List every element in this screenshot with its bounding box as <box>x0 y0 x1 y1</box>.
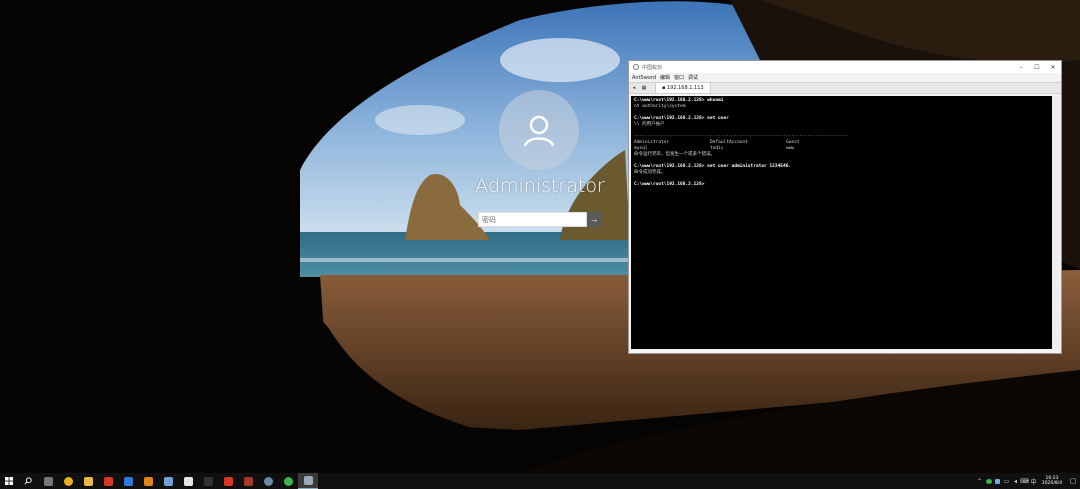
menu-window[interactable]: 窗口 <box>674 74 684 81</box>
window-title: 中国蚁剑 <box>642 64 663 71</box>
password-input[interactable] <box>478 212 587 227</box>
document-icon <box>183 476 193 486</box>
wechat-icon <box>283 476 293 486</box>
terminal-line: C:\www\root\192.168.2.128> <box>634 182 705 187</box>
app-tray-icon[interactable] <box>993 473 1002 489</box>
chrome-icon <box>63 476 73 486</box>
chevron-up-icon[interactable]: ⌃ <box>975 473 984 489</box>
user-cell: www <box>786 146 795 151</box>
login-username: Administrator <box>475 175 605 197</box>
taskbar-app-button[interactable] <box>278 473 298 489</box>
tab-bar: ◂ ▦ ▪ 192.168.1.113 <box>629 82 1061 94</box>
search-button[interactable] <box>18 473 38 489</box>
tab-terminal[interactable]: ▪ 192.168.1.113 <box>655 83 711 93</box>
terminal-scrollbar[interactable] <box>1052 96 1060 349</box>
minimize-button[interactable]: – <box>1013 64 1029 71</box>
antsword-logo-icon <box>633 64 639 70</box>
taskbar-app-button[interactable] <box>198 473 218 489</box>
taskbar-clock[interactable]: 16:23 2020/8/4 <box>1038 476 1066 486</box>
menu-debug[interactable]: 调试 <box>688 74 698 81</box>
search-icon <box>24 477 32 485</box>
start-button[interactable] <box>0 473 18 489</box>
taskbar-app-button[interactable] <box>238 473 258 489</box>
ime-icon[interactable]: 中 <box>1029 473 1038 489</box>
taskbar-app-button[interactable] <box>138 473 158 489</box>
taskbar-app-button[interactable] <box>38 473 58 489</box>
taskbar-app-button[interactable] <box>298 473 318 489</box>
file-explorer-icon <box>83 476 93 486</box>
terminal-output[interactable]: C:\www\root\192.168.2.128> whoami nt aut… <box>631 96 1052 349</box>
taskbar-app-button[interactable] <box>258 473 278 489</box>
notification-center-icon[interactable]: ▢ <box>1066 477 1080 485</box>
task-view-icon <box>43 476 53 486</box>
taskbar-app-button[interactable] <box>178 473 198 489</box>
app-blue-icon <box>123 476 133 486</box>
app-orange-icon <box>143 476 153 486</box>
close-button[interactable]: ✕ <box>1045 64 1061 71</box>
menu-edit[interactable]: 编辑 <box>660 74 670 81</box>
taskbar: ⌃ ▭ ◂ ⌨ 中 16:23 2020/8/4 ▢ <box>0 473 1080 489</box>
taskbar-app-button[interactable] <box>218 473 238 489</box>
app-rounded-red-icon <box>223 476 233 486</box>
app-globe-icon <box>263 476 273 486</box>
tab-label: 192.168.1.113 <box>666 85 704 91</box>
system-tray: ⌃ ▭ ◂ ⌨ 中 16:23 2020/8/4 ▢ <box>975 473 1080 489</box>
user-avatar <box>499 90 579 170</box>
taskbar-apps <box>38 473 318 489</box>
taskbar-app-button[interactable] <box>78 473 98 489</box>
taskbar-app-button[interactable] <box>158 473 178 489</box>
password-field-group: → <box>478 212 601 227</box>
taskbar-app-button[interactable] <box>98 473 118 489</box>
taskbar-app-button[interactable] <box>58 473 78 489</box>
taskbar-app-button[interactable] <box>118 473 138 489</box>
menu-bar: AntSword 编辑 窗口 调试 <box>629 73 1061 82</box>
windows-start-icon <box>5 477 13 485</box>
network-icon[interactable]: ▭ <box>1002 473 1011 489</box>
terminal-icon <box>203 476 213 486</box>
home-tab-icon[interactable]: ▦ <box>639 85 649 91</box>
menu-antsword[interactable]: AntSword <box>632 75 656 81</box>
antsword-icon <box>303 476 313 485</box>
tab-scroll-left-icon[interactable]: ◂ <box>629 85 639 91</box>
app-red-icon <box>103 476 113 486</box>
maximize-button[interactable]: ☐ <box>1029 64 1045 71</box>
window-title-bar[interactable]: 中国蚁剑 – ☐ ✕ <box>629 61 1061 73</box>
user-cell: todic <box>710 146 724 151</box>
submit-arrow-button[interactable]: → <box>587 212 601 227</box>
keyboard-icon[interactable]: ⌨ <box>1020 473 1029 489</box>
wechat-tray-icon[interactable] <box>984 473 993 489</box>
volume-icon[interactable]: ◂ <box>1011 473 1020 489</box>
notepad-icon <box>163 476 173 486</box>
antsword-window: 中国蚁剑 – ☐ ✕ AntSword 编辑 窗口 调试 ◂ ▦ ▪ 192.1… <box>628 60 1062 354</box>
user-silhouette-icon <box>523 115 555 147</box>
app-dark-red-icon <box>243 476 253 486</box>
arrow-right-icon: → <box>589 214 599 224</box>
clock-date: 2020/8/4 <box>1041 481 1063 486</box>
